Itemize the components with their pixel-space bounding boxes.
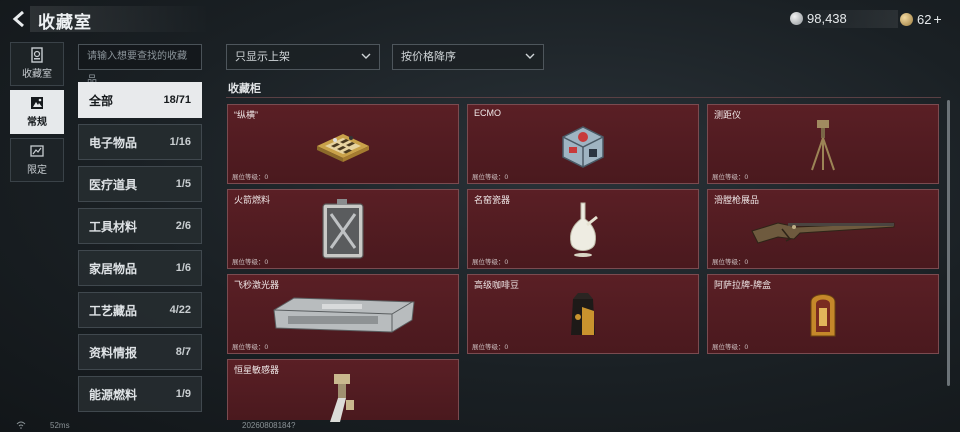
nav-limited[interactable]: 限定 — [10, 138, 64, 182]
category-label: 工具材料 — [89, 219, 138, 234]
category-crafts[interactable]: 工艺藏品 4/22 — [78, 292, 202, 328]
category-label: 电子物品 — [89, 135, 138, 150]
nav-label: 限定 — [27, 165, 47, 176]
collection-card[interactable]: 名窑瓷器 展位等级：0 — [467, 189, 699, 269]
category-electronics[interactable]: 电子物品 1/16 — [78, 124, 202, 160]
status-bar: 52ms 20260808184? — [0, 420, 960, 432]
scrollbar[interactable] — [947, 100, 950, 386]
item-name: 阿萨拉牌-牌盒 — [714, 280, 771, 290]
ecmo-machine-icon — [562, 126, 604, 168]
category-count: 1/16 — [169, 136, 191, 148]
category-label: 医疗道具 — [89, 177, 138, 192]
category-household[interactable]: 家居物品 1/6 — [78, 250, 202, 286]
collection-card[interactable]: 恒星敏感器 — [227, 359, 459, 422]
booth-level: 展位等级：0 — [712, 174, 749, 181]
item-name: 名窑瓷器 — [474, 195, 511, 205]
collection-room-icon — [31, 47, 43, 63]
top-bar: 收藏室 98,438 62 + — [0, 0, 960, 38]
collection-card[interactable]: 火箭燃料 展位等级：0 — [227, 189, 459, 269]
nav-collection-room[interactable]: 收藏室 — [10, 42, 64, 86]
category-all[interactable]: 全部 18/71 — [78, 82, 202, 118]
booth-level: 展位等级：0 — [232, 344, 269, 351]
collection-card[interactable]: ECMO 展位等级：0 — [467, 104, 699, 184]
coffee-bag-icon — [571, 293, 595, 335]
porcelain-vase-icon — [570, 202, 598, 257]
category-count: 18/71 — [163, 94, 191, 106]
gold-currency[interactable]: 62 + — [900, 11, 942, 27]
silver-coin-icon — [790, 12, 803, 25]
sort-value: 按价格降序 — [401, 51, 456, 63]
nav-regular[interactable]: 常规 — [10, 90, 64, 134]
booth-level: 展位等级：0 — [472, 259, 509, 266]
section-title: 收藏柜 — [228, 83, 261, 95]
category-count: 1/9 — [175, 388, 191, 400]
category-label: 全部 — [89, 93, 114, 108]
nav-label: 常规 — [27, 117, 47, 128]
chevron-down-icon — [525, 53, 535, 59]
silver-currency: 98,438 — [790, 11, 847, 26]
collection-card[interactable]: 阿萨拉牌-牌盒 展位等级：0 — [707, 274, 939, 354]
sort-dropdown[interactable]: 按价格降序 — [392, 44, 544, 70]
item-name: 恒星敏感器 — [234, 365, 280, 375]
item-name: “纵横” — [234, 110, 258, 120]
item-name: 飞秒激光器 — [234, 280, 280, 290]
collection-card[interactable]: “纵横” 展位等级：0 — [227, 104, 459, 184]
musket-icon — [751, 222, 895, 244]
back-arrow-icon[interactable] — [10, 9, 30, 29]
item-name: ECMO — [474, 108, 501, 118]
item-name: 高级咖啡豆 — [474, 280, 520, 290]
category-tools[interactable]: 工具材料 2/6 — [78, 208, 202, 244]
wifi-icon — [16, 421, 26, 431]
category-count: 2/6 — [175, 220, 191, 232]
search-input[interactable]: 请输入想要查找的收藏品 — [78, 44, 202, 86]
fuel-canister-icon — [322, 199, 364, 259]
booth-level: 展位等级：0 — [712, 259, 749, 266]
item-name: 测距仪 — [714, 110, 742, 120]
page-title: 收藏室 — [38, 13, 92, 32]
item-name: 滑膛枪展品 — [714, 195, 760, 205]
laser-device-icon — [273, 297, 415, 333]
item-name: 火箭燃料 — [234, 195, 271, 205]
booth-level: 展位等级：0 — [232, 259, 269, 266]
category-label: 资料情报 — [89, 345, 138, 360]
build-text: 20260808184? — [242, 421, 296, 430]
card-box-icon — [810, 294, 836, 337]
category-count: 4/22 — [169, 304, 191, 316]
collection-card[interactable]: 高级咖啡豆 展位等级：0 — [467, 274, 699, 354]
category-count: 1/5 — [175, 178, 191, 190]
category-intel[interactable]: 资料情报 8/7 — [78, 334, 202, 370]
booth-level: 展位等级：0 — [472, 174, 509, 181]
limited-icon — [30, 145, 44, 157]
category-medical[interactable]: 医疗道具 1/5 — [78, 166, 202, 202]
collection-card[interactable]: 滑膛枪展品 展位等级：0 — [707, 189, 939, 269]
silver-amount: 98,438 — [807, 11, 847, 26]
collection-card[interactable]: 飞秒激光器 展位等级：0 — [227, 274, 459, 354]
section-divider — [226, 97, 941, 98]
shelf-filter-value: 只显示上架 — [235, 51, 290, 63]
add-currency-icon[interactable]: + — [933, 11, 941, 27]
chevron-down-icon — [361, 53, 371, 59]
shelf-filter-dropdown[interactable]: 只显示上架 — [226, 44, 380, 70]
chessboard-icon — [317, 134, 369, 162]
category-label: 家居物品 — [89, 261, 138, 276]
category-count: 1/6 — [175, 262, 191, 274]
ping-text: 52ms — [50, 421, 70, 430]
category-count: 8/7 — [175, 346, 191, 358]
gold-coin-icon — [900, 12, 913, 26]
regular-icon — [31, 97, 43, 109]
gold-amount: 62 — [917, 11, 932, 27]
booth-level: 展位等级：0 — [232, 174, 269, 181]
booth-level: 展位等级：0 — [712, 344, 749, 351]
category-label: 能源燃料 — [89, 387, 138, 402]
booth-level: 展位等级：0 — [472, 344, 509, 351]
rangefinder-tripod-icon — [811, 120, 835, 171]
collection-card[interactable]: 测距仪 展位等级：0 — [707, 104, 939, 184]
star-sensor-icon — [330, 374, 354, 422]
nav-label: 收藏室 — [22, 69, 52, 80]
category-energy[interactable]: 能源燃料 1/9 — [78, 376, 202, 412]
category-label: 工艺藏品 — [89, 303, 138, 318]
